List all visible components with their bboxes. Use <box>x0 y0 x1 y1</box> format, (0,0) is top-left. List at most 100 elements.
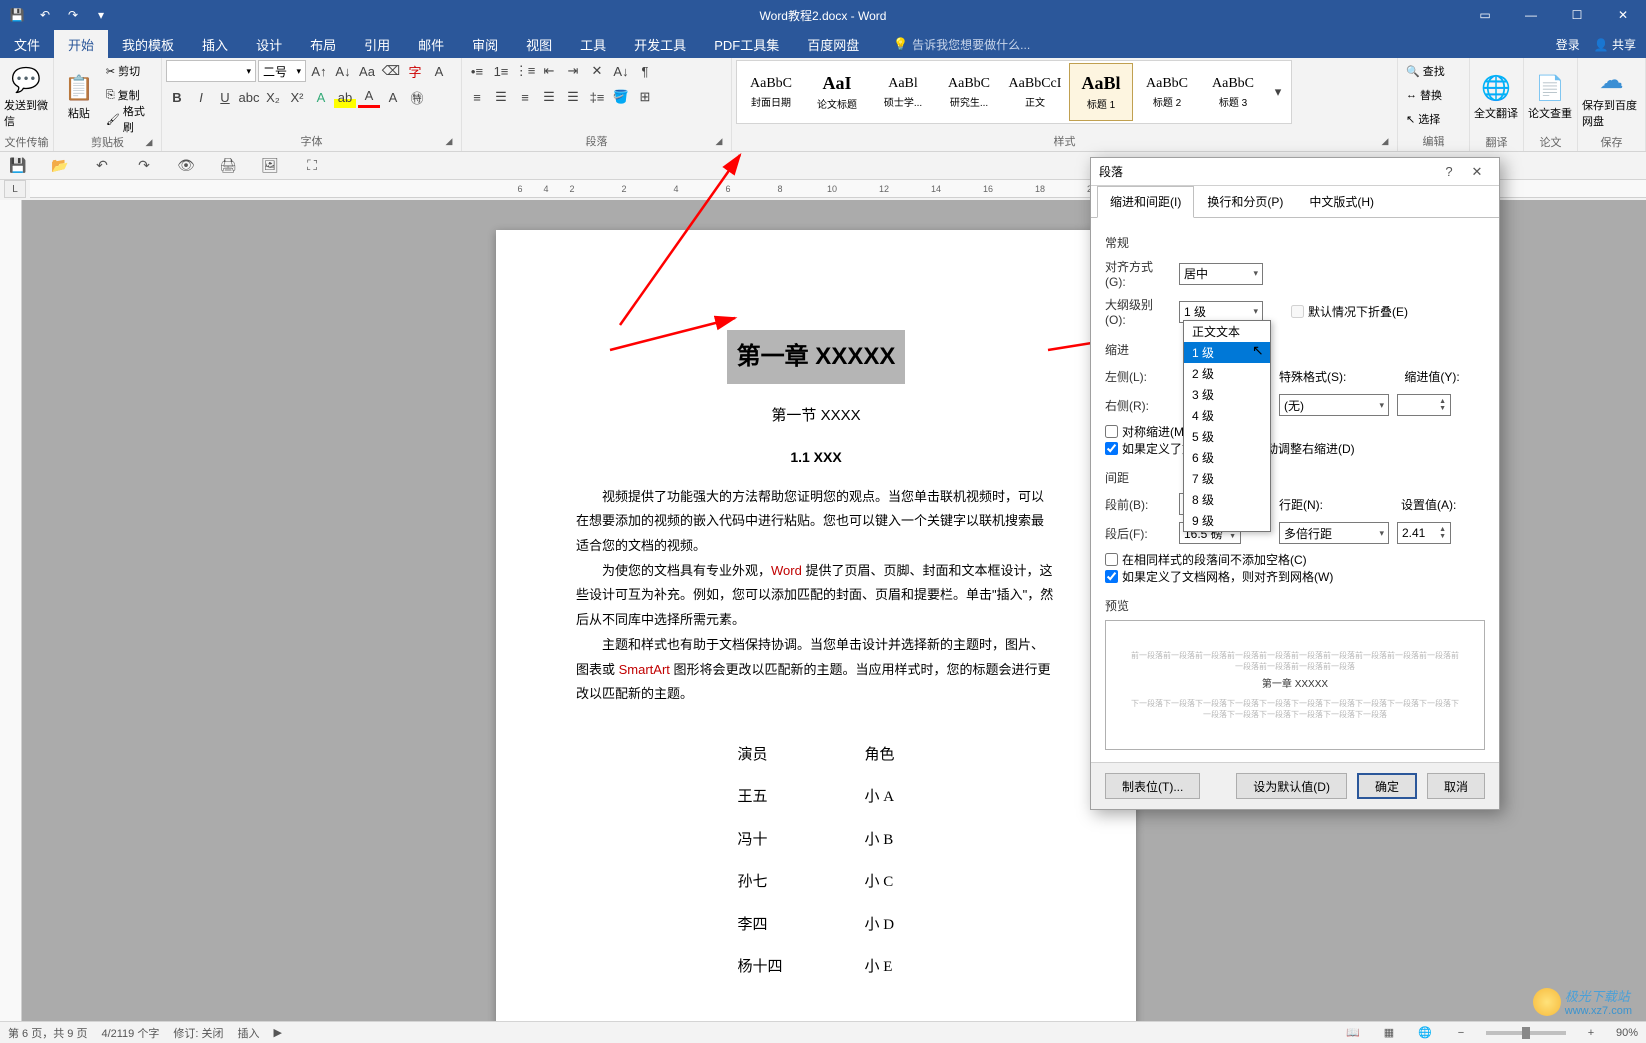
dropdown-item[interactable]: 正文文本 <box>1184 321 1270 342</box>
save-icon[interactable]: 💾 <box>4 2 30 28</box>
line-spacing-combo[interactable]: 多倍行距▾ <box>1279 522 1389 544</box>
snap-to-grid-checkbox[interactable]: 如果定义了文档网格，则对齐到网格(W) <box>1105 568 1485 585</box>
align-left-icon[interactable]: ≡ <box>466 86 488 108</box>
share-button[interactable]: 👤 共享 <box>1594 36 1636 53</box>
doc-paragraph[interactable]: 视频提供了功能强大的方法帮助您证明您的观点。当您单击联机视频时，可以在想要添加的… <box>576 485 1056 559</box>
mirror-indent-checkbox[interactable]: 对称缩进(M) <box>1105 423 1485 440</box>
align-center-icon[interactable]: ☰ <box>490 86 512 108</box>
dialog-tab-pagination[interactable]: 换行和分页(P) <box>1194 186 1296 217</box>
styles-gallery[interactable]: AaBbC封面日期 AaI论文标题 AaBl硕士学... AaBbC研究生...… <box>736 60 1292 124</box>
tab-dev[interactable]: 开发工具 <box>620 30 700 58</box>
zoom-in-icon[interactable]: + <box>1580 1027 1602 1039</box>
style-normal[interactable]: AaBbCcI正文 <box>1003 63 1067 121</box>
ruler-corner[interactable]: L <box>4 180 26 198</box>
clipboard-launcher-icon[interactable]: ◢ <box>143 137 155 149</box>
find-button[interactable]: 🔍查找 <box>1402 60 1449 82</box>
paragraph-launcher-icon[interactable]: ◢ <box>713 136 725 148</box>
tab-insert[interactable]: 插入 <box>188 30 242 58</box>
dropdown-item[interactable]: 5 级 <box>1184 426 1270 447</box>
dialog-help-icon[interactable]: ? <box>1435 164 1463 179</box>
dropdown-item[interactable]: 7 级 <box>1184 468 1270 489</box>
tab-tools[interactable]: 工具 <box>566 30 620 58</box>
dropdown-item[interactable]: 1 级 <box>1184 342 1270 363</box>
table-row[interactable]: 杨十四小 E <box>697 947 934 988</box>
italic-icon[interactable]: I <box>190 86 212 108</box>
set-at-spin[interactable]: 2.41▲▼ <box>1397 522 1451 544</box>
shrink-font-icon[interactable]: A↓ <box>332 60 354 82</box>
font-launcher-icon[interactable]: ◢ <box>443 136 455 148</box>
save-baidu-button[interactable]: ☁保存到百度网盘 <box>1582 60 1641 134</box>
outline-level-dropdown[interactable]: 正文文本 1 级 2 级 3 级 4 级 5 级 6 级 7 级 8 级 9 级 <box>1183 320 1271 532</box>
tab-layout[interactable]: 布局 <box>296 30 350 58</box>
zoom-level[interactable]: 90% <box>1616 1027 1638 1039</box>
status-track[interactable]: 修订: 关闭 <box>173 1025 223 1041</box>
tab-file[interactable]: 文件 <box>0 30 54 58</box>
view-web-icon[interactable]: 🌐 <box>1414 1026 1436 1039</box>
table-row[interactable]: 冯十小 B <box>697 820 934 861</box>
strike-icon[interactable]: abc <box>238 86 260 108</box>
style-heading3[interactable]: AaBbC标题 3 <box>1201 63 1265 121</box>
clear-format-icon[interactable]: ⌫ <box>380 60 402 82</box>
auto-right-indent-checkbox[interactable]: 如果定义了文档网格，则自动调整右缩进(D) <box>1105 440 1485 457</box>
close-icon[interactable]: ✕ <box>1600 0 1646 30</box>
table-row[interactable]: 演员角色 <box>697 735 934 776</box>
paste-button[interactable]: 📋粘贴 <box>58 60 100 134</box>
dropdown-item[interactable]: 3 级 <box>1184 384 1270 405</box>
style-research[interactable]: AaBbC研究生... <box>937 63 1001 121</box>
dropdown-item[interactable]: 6 级 <box>1184 447 1270 468</box>
style-heading2[interactable]: AaBbC标题 2 <box>1135 63 1199 121</box>
tab-view[interactable]: 视图 <box>512 30 566 58</box>
qat-print-icon[interactable]: 🖨 <box>216 155 240 177</box>
highlight-icon[interactable]: ab <box>334 86 356 108</box>
underline-icon[interactable]: U <box>214 86 236 108</box>
undo-icon[interactable]: ↶ <box>32 2 58 28</box>
align-right-icon[interactable]: ≡ <box>514 86 536 108</box>
dropdown-item[interactable]: 9 级 <box>1184 510 1270 531</box>
tab-design[interactable]: 设计 <box>242 30 296 58</box>
status-words[interactable]: 4/2119 个字 <box>101 1025 159 1041</box>
tab-review[interactable]: 审阅 <box>458 30 512 58</box>
no-space-same-style-checkbox[interactable]: 在相同样式的段落间不添加空格(C) <box>1105 551 1485 568</box>
justify-icon[interactable]: ☰ <box>538 86 560 108</box>
ribbon-options-icon[interactable]: ▭ <box>1462 0 1508 30</box>
tab-pdf[interactable]: PDF工具集 <box>700 30 793 58</box>
shading-icon[interactable]: 🪣 <box>610 86 632 108</box>
char-border-icon[interactable]: A <box>428 60 450 82</box>
view-print-icon[interactable]: ▦ <box>1378 1026 1400 1039</box>
cut-button[interactable]: ✂剪切 <box>102 60 157 82</box>
qat-preview-icon[interactable]: 👁 <box>174 155 198 177</box>
qat-more-icon[interactable]: ▾ <box>88 2 114 28</box>
tab-references[interactable]: 引用 <box>350 30 404 58</box>
bold-icon[interactable]: B <box>166 86 188 108</box>
status-macro-icon[interactable]: ▶ <box>273 1026 281 1039</box>
dialog-tab-indent[interactable]: 缩进和间距(I) <box>1097 186 1194 218</box>
doc-heading2[interactable]: 第一节 XXXX <box>576 402 1056 431</box>
qat-save-icon[interactable]: 💾 <box>6 155 30 177</box>
enclose-char-icon[interactable]: ㊕ <box>406 86 428 108</box>
format-painter-button[interactable]: 🖌格式刷 <box>102 108 157 130</box>
align-combo[interactable]: 居中▾ <box>1179 263 1263 285</box>
tabs-button[interactable]: 制表位(T)... <box>1105 773 1200 799</box>
distributed-icon[interactable]: ☰ <box>562 86 584 108</box>
minimize-icon[interactable]: — <box>1508 0 1554 30</box>
table-row[interactable]: 孙七小 C <box>697 862 934 903</box>
tab-template[interactable]: 我的模板 <box>108 30 188 58</box>
dropdown-item[interactable]: 2 级 <box>1184 363 1270 384</box>
inc-indent-icon[interactable]: ⇥ <box>562 60 584 82</box>
dec-indent-icon[interactable]: ⇤ <box>538 60 560 82</box>
tab-mail[interactable]: 邮件 <box>404 30 458 58</box>
cancel-button[interactable]: 取消 <box>1427 773 1485 799</box>
qat-expand-icon[interactable]: ⛶ <box>300 155 324 177</box>
doc-table[interactable]: 演员角色 王五小 A 冯十小 B 孙七小 C 李四小 D 杨十四小 E <box>695 733 936 990</box>
dialog-close-icon[interactable]: ✕ <box>1463 164 1491 180</box>
qat-open-icon[interactable]: 📂 <box>48 155 72 177</box>
numbering-icon[interactable]: 1≡ <box>490 60 512 82</box>
bullets-icon[interactable]: •≡ <box>466 60 488 82</box>
tab-baidu[interactable]: 百度网盘 <box>793 30 873 58</box>
ok-button[interactable]: 确定 <box>1357 773 1417 799</box>
maximize-icon[interactable]: ☐ <box>1554 0 1600 30</box>
full-translate-button[interactable]: 🌐全文翻译 <box>1474 60 1518 134</box>
status-insert[interactable]: 插入 <box>237 1025 259 1041</box>
dialog-titlebar[interactable]: 段落 ? ✕ <box>1091 158 1499 186</box>
thesis-check-button[interactable]: 📄论文查重 <box>1528 60 1572 134</box>
